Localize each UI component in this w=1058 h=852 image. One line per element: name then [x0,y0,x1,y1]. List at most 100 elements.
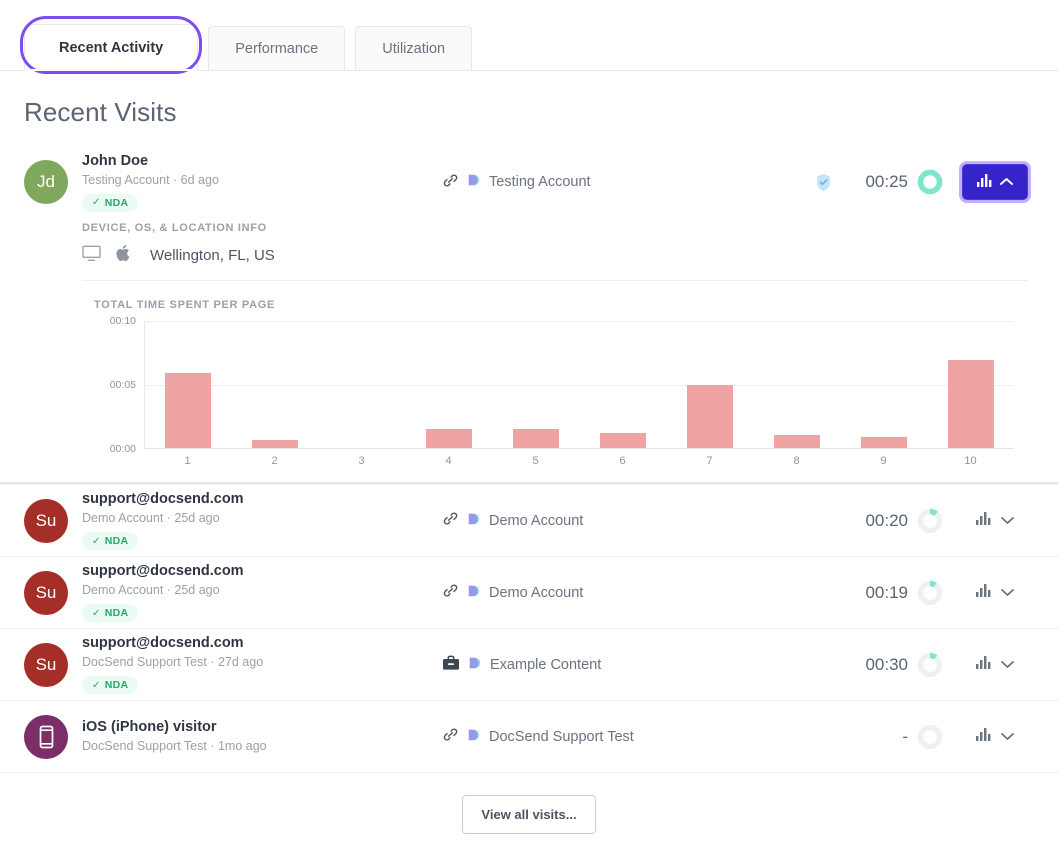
x-tick-label: 5 [532,455,539,467]
desktop-monitor-icon [82,245,101,266]
avatar: Jd [24,160,68,204]
visit-duration: 00:30 [865,654,908,674]
chart-bar [686,384,733,448]
chart-bar-cell [319,321,406,448]
link-icon [442,510,459,531]
avatar: Su [24,642,68,687]
visitor-subtitle: Demo Account · 25d ago [82,583,220,597]
view-all-visits-button[interactable]: View all visits... [462,795,596,834]
chart-bar-cell [753,321,840,448]
expand-stats-button[interactable] [962,719,1028,755]
y-tick-label: 00:10 [109,315,136,327]
tab-list: Recent Activity Performance Utilization [19,0,1058,74]
source-label: Demo Account [489,512,584,529]
recent-visits-list: Jd John Doe Testing Account · 6d ago ✓ N… [0,146,1058,773]
bar-chart-icon [976,655,992,674]
completion-donut [908,652,952,678]
avatar: Su [24,570,68,615]
status-badge: ✓ NDA [82,193,139,212]
chart-bar [165,373,212,448]
table-row[interactable]: Su support@docsend.com Demo Account · 25… [0,484,1058,556]
docsend-logo-icon [467,512,481,530]
docsend-logo-icon [467,173,481,191]
source-label: Demo Account [489,584,584,601]
source-column[interactable]: DocSend Support Test [442,726,772,747]
chart-bar-cell [666,321,753,448]
chart-canvas: 00:00 00:05 00:10 1 2 3 4 5 6 7 8 9 10 [94,315,1028,467]
table-row[interactable]: Jd John Doe Testing Account · 6d ago ✓ N… [0,146,1058,218]
visitor-subtitle: DocSend Support Test · 27d ago [82,655,264,669]
verified-shield-icon [812,173,834,192]
chart-bar [426,428,473,448]
visitor-info: John Doe Testing Account · 6d ago ✓ NDA [82,153,442,212]
device-info-line: Wellington, FL, US [82,234,1028,280]
source-column[interactable]: Example Content [442,655,772,675]
bar-chart-icon [976,511,992,530]
tab-utilization-label: Utilization [382,40,446,57]
completion-donut [908,580,952,606]
status-badge: ✓ NDA [82,532,139,550]
source-label: Testing Account [489,174,591,190]
x-tick-label: 4 [445,455,452,467]
table-row[interactable]: Su support@docsend.com Demo Account · 25… [0,556,1058,628]
link-icon [442,726,459,747]
expand-stats-button[interactable] [962,647,1028,683]
chart-bar-cell [145,321,232,448]
status-badge-label: NDA [104,607,129,619]
visitor-info: support@docsend.com Demo Account · 25d a… [82,563,442,622]
page-title: Recent Visits [24,97,177,127]
check-icon: ✓ [92,535,101,547]
tab-recent-activity[interactable]: Recent Activity [19,16,203,74]
chevron-up-icon [1000,173,1013,191]
visitor-subtitle: Testing Account · 6d ago [82,172,219,187]
visitor-name: support@docsend.com [82,491,244,507]
check-icon: ✓ [92,197,101,208]
tab-performance[interactable]: Performance [208,26,346,70]
status-badge: ✓ NDA [82,604,139,622]
status-badge-label: NDA [104,196,129,209]
source-label: Example Content [490,656,602,673]
x-tick-label: 6 [619,455,626,467]
avatar-initials: Su [35,510,57,530]
completion-donut [908,508,952,534]
avatar: Su [24,498,68,543]
chart-plot-area [144,321,1014,449]
avatar-initials: Jd [37,172,55,191]
table-row[interactable]: Su support@docsend.com DocSend Support T… [0,628,1058,700]
tab-bar: Recent Activity Performance Utilization [0,0,1058,74]
chart-bar [252,440,299,448]
chart-bars [145,321,1014,448]
device-info-heading: DEVICE, OS, & LOCATION INFO [82,222,267,234]
chart-bar [773,435,820,448]
tab-utilization[interactable]: Utilization [355,26,473,70]
source-column[interactable]: Testing Account [442,172,772,193]
visit-duration: 00:20 [865,510,908,530]
avatar-initials: Su [35,654,57,674]
chart-bar [860,436,907,448]
chart-bar-cell [840,321,927,448]
chevron-down-icon [1001,584,1014,602]
expand-stats-button[interactable] [962,503,1028,539]
source-column[interactable]: Demo Account [442,510,772,531]
status-badge-label: NDA [104,679,129,691]
chart-bar-cell [580,321,667,448]
expand-stats-button[interactable] [962,575,1028,611]
chart-title: TOTAL TIME SPENT PER PAGE [94,299,276,311]
chart-bar-cell [406,321,493,448]
chevron-down-icon [1001,656,1014,674]
x-tick-label: 8 [793,455,800,467]
visitor-name: iOS (iPhone) visitor [82,719,217,735]
source-column[interactable]: Demo Account [442,582,772,603]
chevron-down-icon [1001,512,1014,530]
bar-chart-icon [977,173,993,192]
table-row[interactable]: iOS (iPhone) visitor DocSend Support Tes… [0,700,1058,772]
status-badge-label: NDA [104,535,129,547]
briefcase-icon [442,655,460,675]
visitor-name: support@docsend.com [82,635,244,651]
x-tick-label: 9 [880,455,887,467]
expand-stats-button[interactable] [962,164,1028,200]
x-tick-label: 3 [358,455,365,467]
avatar-initials: Su [35,582,57,602]
chart-bar-cell [232,321,319,448]
docsend-logo-icon [467,584,481,602]
